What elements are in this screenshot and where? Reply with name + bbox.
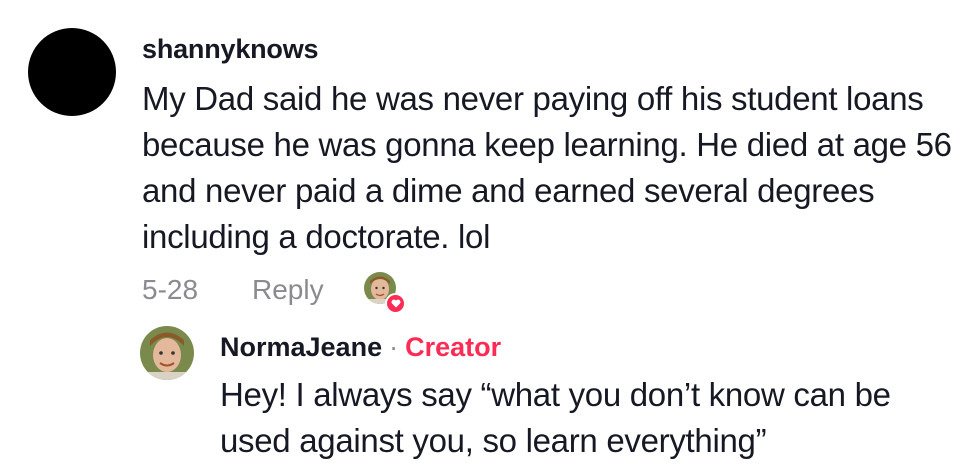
- reply-text: Hey! I always say “what you don’t know c…: [220, 376, 891, 459]
- separator: ·: [389, 332, 399, 362]
- heart-icon: [385, 293, 406, 314]
- avatar[interactable]: [28, 28, 116, 116]
- reply-button[interactable]: Reply: [252, 274, 364, 306]
- comment-thread: shannyknows My Dad said he was never pay…: [0, 0, 980, 473]
- reply-avatar[interactable]: [140, 326, 194, 380]
- reply-header: NormaJeane · Creator: [220, 332, 501, 363]
- comment-username[interactable]: shannyknows: [142, 34, 319, 65]
- reply-username[interactable]: NormaJeane: [220, 332, 382, 363]
- comment-meta: 5-28 Reply: [142, 270, 406, 314]
- creator-liked-badge: [364, 272, 406, 314]
- comment-text: My Dad said he was never paying off his …: [142, 80, 952, 255]
- creator-badge: Creator: [405, 332, 502, 362]
- comment-date: 5-28: [142, 274, 199, 305]
